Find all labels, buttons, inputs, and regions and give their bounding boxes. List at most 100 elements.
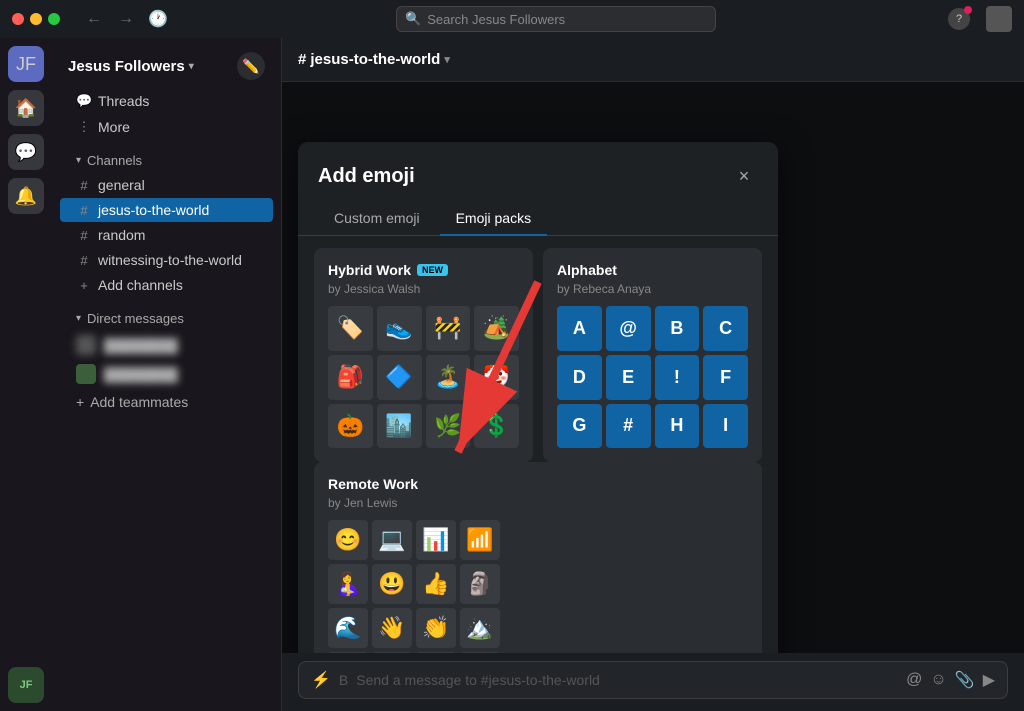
emoji-cell[interactable]: @: [606, 306, 651, 351]
emoji-cell[interactable]: C: [703, 306, 748, 351]
emoji-cell[interactable]: 🏙️: [377, 404, 422, 449]
modal-header: Add emoji ×: [298, 142, 778, 202]
emoji-cell[interactable]: 💲: [474, 404, 519, 449]
emoji-cell[interactable]: 📊: [416, 520, 456, 560]
sidebar-item-more[interactable]: ⋮ More: [60, 115, 273, 139]
emoji-cell[interactable]: I: [703, 404, 748, 449]
emoji-cell[interactable]: 😺: [328, 652, 368, 653]
sidebar-item-jesus-to-the-world[interactable]: # jesus-to-the-world: [60, 198, 273, 222]
channels-section-header[interactable]: ▾ Channels: [60, 149, 273, 172]
message-input-box[interactable]: ⚡ B Send a message to #jesus-to-the-worl…: [298, 661, 1008, 699]
emoji-cell[interactable]: 🚧: [426, 306, 471, 351]
send-icon[interactable]: ▶: [983, 670, 995, 690]
emoji-cell[interactable]: 👏: [416, 608, 456, 648]
dm-name-1: ████████: [104, 338, 178, 353]
emoji-cell[interactable]: 🌿: [426, 404, 471, 449]
emoji-cell[interactable]: 😊: [328, 520, 368, 560]
user-status-avatar[interactable]: JF: [8, 667, 44, 703]
emoji-cell[interactable]: 🔷: [377, 355, 422, 400]
channel-chevron[interactable]: ▾: [444, 53, 450, 66]
channel-name: # jesus-to-the-world ▾: [298, 51, 450, 68]
emoji-cell[interactable]: 🏷️: [328, 306, 373, 351]
emoji-cell[interactable]: 📶: [460, 520, 500, 560]
dm-item-2[interactable]: ████████: [60, 360, 273, 388]
close-button[interactable]: [12, 13, 24, 25]
emoji-cell[interactable]: 🏔️: [460, 608, 500, 648]
notification-badge: [964, 6, 972, 14]
remote-work-emoji-grid: 😊 💻 📊 📶 🤱 😃 👍 🗿 🌊 👋: [328, 520, 748, 653]
emoji-cell[interactable]: 👋: [372, 608, 412, 648]
emoji-cell[interactable]: E: [606, 355, 651, 400]
emoji-cell[interactable]: D: [557, 355, 602, 400]
sidebar-item-witnessing[interactable]: # witnessing-to-the-world: [60, 248, 273, 272]
tab-custom-emoji[interactable]: Custom emoji: [318, 202, 436, 236]
dm-arrow: ▾: [76, 313, 81, 324]
channels-label: Channels: [87, 153, 142, 168]
sidebar-item-threads[interactable]: 💬 Threads: [60, 89, 273, 113]
emoji-cell[interactable]: 🗡️: [372, 652, 412, 653]
emoji-cell[interactable]: 🎃: [328, 404, 373, 449]
channel-general-label: general: [98, 177, 145, 193]
pack-hybrid-work: Hybrid Work NEW by Jessica Walsh 🏷️ 👟 🚧 …: [314, 248, 533, 462]
user-avatar[interactable]: [986, 6, 1012, 32]
emoji-cell[interactable]: 🍱: [416, 652, 456, 653]
pack-remote-work-author: by Jen Lewis: [328, 496, 748, 510]
home-icon[interactable]: 🏠: [8, 90, 44, 126]
hybrid-work-emoji-grid: 🏷️ 👟 🚧 🏕️ 🎒 🔷 🏝️ 🤡 🎃 🏙️: [328, 306, 519, 448]
modal-body-scroll: Hybrid Work NEW by Jessica Walsh 🏷️ 👟 🚧 …: [298, 236, 778, 653]
emoji-cell[interactable]: !: [655, 355, 700, 400]
emoji-cell[interactable]: A: [557, 306, 602, 351]
maximize-button[interactable]: [48, 13, 60, 25]
lightning-icon[interactable]: ⚡: [311, 670, 331, 690]
emoji-cell[interactable]: B: [655, 306, 700, 351]
emoji-modal: Add emoji × Custom emoji Emoji packs: [298, 142, 778, 653]
add-teammates-item[interactable]: + Add teammates: [60, 390, 273, 414]
dm-name-2: ████████: [104, 367, 178, 382]
pack-remote-work: Remote Work by Jen Lewis 😊 💻 📊 📶 🤱 😃: [314, 462, 762, 653]
help-button[interactable]: ?: [948, 8, 970, 30]
emoji-cell[interactable]: 👍: [416, 564, 456, 604]
back-button[interactable]: ←: [80, 5, 108, 33]
minimize-button[interactable]: [30, 13, 42, 25]
modal-close-button[interactable]: ×: [730, 162, 758, 190]
emoji-cell[interactable]: 😃: [372, 564, 412, 604]
compose-button[interactable]: ✏️: [237, 52, 265, 80]
emoji-cell[interactable]: G: [557, 404, 602, 449]
emoji-cell[interactable]: 👟: [377, 306, 422, 351]
add-channels-label: Add channels: [98, 277, 183, 293]
tab-emoji-packs[interactable]: Emoji packs: [440, 202, 547, 236]
workspace-icon[interactable]: JF: [8, 46, 44, 82]
workspace-name[interactable]: Jesus Followers ▾: [68, 58, 194, 75]
pack-remote-work-title: Remote Work: [328, 476, 748, 492]
emoji-cell[interactable]: H: [655, 404, 700, 449]
dm-section-header[interactable]: ▾ Direct messages: [60, 307, 273, 330]
bold-icon: B: [339, 672, 348, 688]
emoji-icon[interactable]: ☺: [930, 671, 946, 689]
emoji-cell[interactable]: F: [703, 355, 748, 400]
emoji-cell[interactable]: 📐: [460, 652, 500, 653]
emoji-cell[interactable]: 🏝️: [426, 355, 471, 400]
search-bar[interactable]: 🔍 Search Jesus Followers: [396, 6, 716, 32]
add-channels-item[interactable]: + Add channels: [60, 273, 273, 297]
sidebar-item-random[interactable]: # random: [60, 223, 273, 247]
activity-icon[interactable]: 🔔: [8, 178, 44, 214]
emoji-cell[interactable]: 🎒: [328, 355, 373, 400]
emoji-cell[interactable]: 🤱: [328, 564, 368, 604]
emoji-cell[interactable]: 🌊: [328, 608, 368, 648]
history-button[interactable]: 🕐: [144, 5, 172, 33]
emoji-cell[interactable]: 🏕️: [474, 306, 519, 351]
sidebar-item-general[interactable]: # general: [60, 173, 273, 197]
more-label: More: [98, 119, 130, 135]
dm-icon[interactable]: 💬: [8, 134, 44, 170]
pack-hybrid-work-title: Hybrid Work NEW: [328, 262, 519, 278]
emoji-cell[interactable]: 🤡: [474, 355, 519, 400]
emoji-cell[interactable]: #: [606, 404, 651, 449]
modal-overlay: Add emoji × Custom emoji Emoji packs: [282, 82, 1024, 653]
emoji-cell[interactable]: 💻: [372, 520, 412, 560]
dm-item-1[interactable]: ████████: [60, 331, 273, 359]
emoji-cell[interactable]: 🗿: [460, 564, 500, 604]
message-placeholder[interactable]: Send a message to #jesus-to-the-world: [356, 672, 898, 688]
at-icon[interactable]: @: [906, 671, 922, 689]
attach-icon[interactable]: 📎: [955, 670, 975, 690]
forward-button[interactable]: →: [112, 5, 140, 33]
